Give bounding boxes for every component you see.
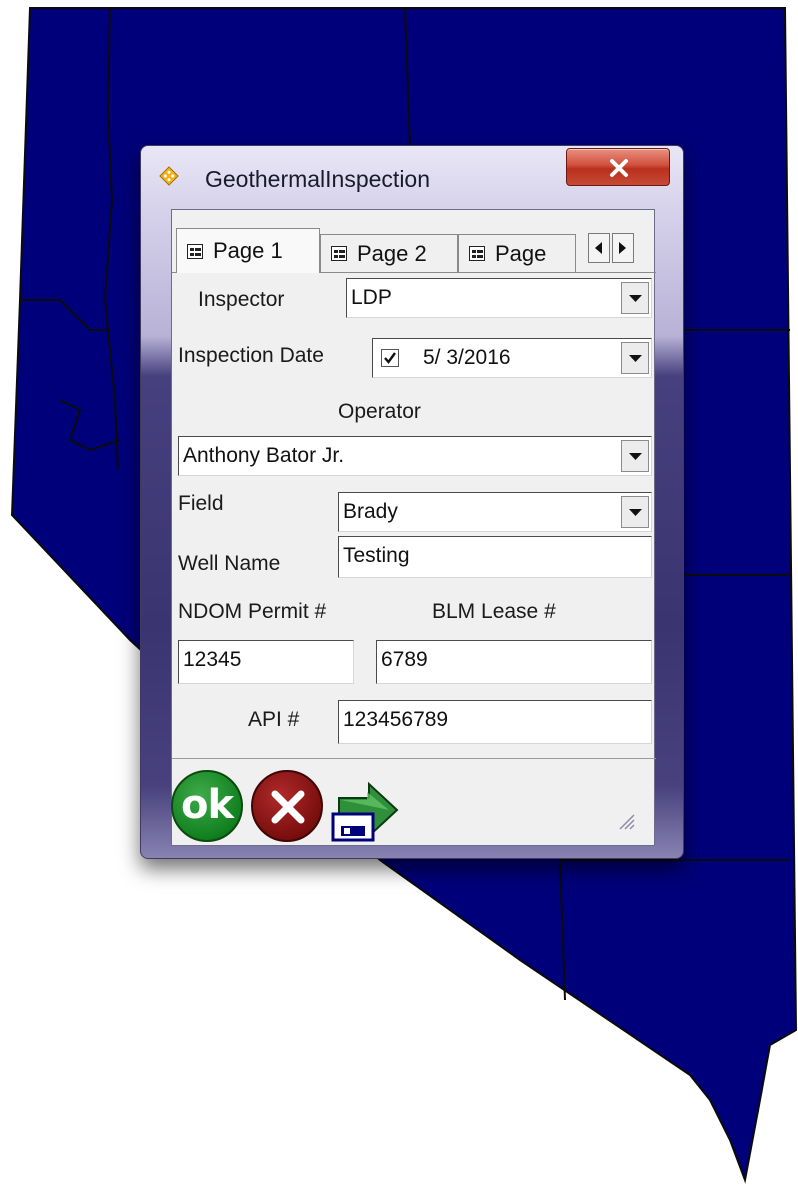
ndom-permit-input[interactable]: 12345: [178, 640, 354, 684]
title-bar[interactable]: GeothermalInspection: [141, 146, 683, 208]
ok-label: ok: [181, 782, 234, 828]
form-icon: [469, 246, 485, 261]
blm-lease-value: 6789: [381, 648, 428, 671]
close-icon: [271, 790, 305, 824]
close-button[interactable]: [566, 148, 670, 186]
dropdown-button[interactable]: [621, 282, 649, 314]
cancel-button[interactable]: [251, 770, 323, 842]
operator-dropdown[interactable]: Anthony Bator Jr.: [178, 436, 652, 476]
operator-value: Anthony Bator Jr.: [183, 444, 345, 467]
window-title: GeothermalInspection: [205, 166, 431, 192]
tab-scroll-left-button[interactable]: [588, 233, 610, 263]
field-dropdown[interactable]: Brady: [338, 492, 652, 532]
inspector-value: LDP: [351, 286, 392, 309]
tab-page-1[interactable]: Page 1: [176, 228, 320, 273]
field-value: Brady: [343, 500, 398, 523]
inspection-date-value: 5/ 3/2016: [423, 346, 511, 369]
dropdown-button[interactable]: [621, 440, 649, 472]
inspector-dropdown[interactable]: LDP: [346, 278, 652, 318]
checkmark-icon: [384, 352, 396, 364]
chevron-down-icon: [629, 453, 642, 460]
blm-lease-label: BLM Lease #: [432, 600, 556, 623]
ok-button[interactable]: ok: [171, 770, 243, 842]
well-name-input[interactable]: Testing: [338, 536, 652, 578]
form-icon: [187, 243, 203, 259]
save-next-icon: [331, 781, 399, 842]
well-name-label: Well Name: [178, 552, 281, 575]
tab-label: Page 1: [213, 238, 283, 263]
date-enabled-checkbox[interactable]: [381, 349, 399, 367]
api-label: API #: [248, 708, 300, 731]
blm-lease-input[interactable]: 6789: [376, 640, 652, 684]
tab-page-3[interactable]: Page: [458, 234, 576, 272]
dropdown-button[interactable]: [621, 342, 649, 374]
geothermal-inspection-dialog: GeothermalInspection Page 1 Page 2 Page: [140, 145, 684, 859]
resize-grip-icon[interactable]: [616, 811, 636, 831]
save-and-next-button[interactable]: [331, 770, 403, 842]
field-label: Field: [178, 492, 224, 515]
inspection-date-picker[interactable]: 5/ 3/2016: [372, 338, 652, 378]
tab-page-2[interactable]: Page 2: [320, 234, 458, 272]
well-name-value: Testing: [343, 544, 410, 567]
chevron-down-icon: [629, 355, 642, 362]
operator-label: Operator: [338, 400, 421, 423]
ndom-permit-label: NDOM Permit #: [178, 600, 327, 623]
action-buttons: ok: [171, 756, 651, 846]
api-value: 123456789: [343, 708, 449, 731]
inspection-date-label: Inspection Date: [178, 344, 324, 367]
tab-strip: Page 1 Page 2 Page: [172, 228, 656, 276]
chevron-down-icon: [629, 509, 642, 516]
chevron-down-icon: [629, 295, 642, 302]
inspector-label: Inspector: [198, 288, 285, 311]
dropdown-button[interactable]: [621, 496, 649, 528]
tab-label: Page 2: [357, 240, 427, 266]
diamond-app-icon: [159, 166, 179, 186]
form-icon: [331, 246, 347, 261]
api-input[interactable]: 123456789: [338, 700, 652, 744]
left-arrow-icon: [595, 242, 602, 254]
tab-label: Page: [495, 240, 547, 266]
dialog-client-area: Page 1 Page 2 Page Inspector LDP Inspect…: [171, 209, 656, 846]
close-icon: [610, 159, 628, 177]
tab-scroll-right-button[interactable]: [612, 233, 634, 263]
right-arrow-icon: [619, 242, 626, 254]
ndom-permit-value: 12345: [183, 648, 242, 671]
